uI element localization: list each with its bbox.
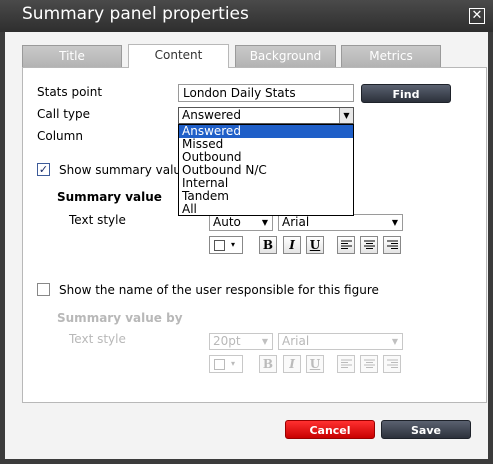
find-button[interactable]: Find — [361, 84, 451, 103]
size-select[interactable]: Auto ▼ — [209, 214, 273, 231]
font-value-2: Arial — [282, 334, 310, 348]
align-center-button-2 — [360, 355, 378, 373]
tab-title[interactable]: Title — [22, 45, 122, 67]
chevron-down-icon: ▼ — [261, 337, 269, 346]
bold-button-2: B — [259, 355, 277, 373]
align-center-icon — [363, 240, 375, 249]
align-center-icon — [363, 359, 375, 368]
size-select-2: 20pt ▼ — [209, 333, 273, 350]
show-summary-label: Show summary valu — [59, 163, 182, 177]
title-bar[interactable]: Summary panel properties ✕ — [0, 0, 493, 32]
align-left-icon — [340, 240, 352, 249]
italic-button-2: I — [283, 355, 301, 373]
size-value: Auto — [213, 215, 241, 229]
font-select[interactable]: Arial ▼ — [278, 214, 403, 231]
dropdown-option[interactable]: Tandem — [179, 190, 353, 203]
caret-down-icon: ▾ — [231, 240, 236, 249]
chevron-down-icon[interactable]: ▼ — [339, 108, 353, 123]
stats-point-input[interactable]: London Daily Stats — [178, 84, 354, 102]
underline-button[interactable]: U — [306, 236, 324, 254]
call-type-label: Call type — [37, 107, 91, 121]
tab-background[interactable]: Background — [235, 45, 336, 67]
text-style-label-2: Text style — [69, 332, 126, 346]
summary-by-heading: Summary value by — [57, 311, 183, 325]
stats-point-label: Stats point — [37, 85, 103, 99]
summary-value-heading: Summary value — [57, 190, 162, 204]
chevron-down-icon: ▼ — [261, 218, 269, 227]
show-user-label: Show the name of the user responsible fo… — [59, 283, 379, 297]
chevron-down-icon: ▼ — [391, 218, 399, 227]
bold-button[interactable]: B — [259, 236, 277, 254]
call-type-dropdown-list[interactable]: Answered Missed Outbound Outbound N/C In… — [178, 124, 354, 216]
tab-content[interactable]: Content — [128, 44, 229, 68]
color-swatch — [214, 240, 225, 251]
caret-down-icon: ▾ — [231, 359, 236, 368]
font-select-2: Arial ▼ — [278, 333, 403, 350]
dialog-body: Title Content Background Metrics Stats p… — [5, 32, 488, 459]
call-type-select[interactable]: Answered ▼ — [178, 107, 354, 124]
align-left-icon — [340, 359, 352, 368]
align-left-button[interactable] — [337, 236, 355, 254]
tab-metrics[interactable]: Metrics — [341, 45, 441, 67]
align-center-button[interactable] — [360, 236, 378, 254]
align-right-icon — [386, 359, 398, 368]
dialog-window: Summary panel properties ✕ Title Content… — [0, 0, 493, 464]
dropdown-option[interactable]: All — [179, 203, 353, 216]
show-summary-checkbox[interactable]: ✓ — [37, 163, 50, 176]
underline-button-2: U — [306, 355, 324, 373]
chevron-down-icon: ▼ — [391, 337, 399, 346]
text-color-picker[interactable]: ▾ — [209, 236, 243, 254]
text-style-label: Text style — [69, 213, 126, 227]
close-icon[interactable]: ✕ — [469, 8, 485, 24]
save-button[interactable]: Save — [381, 420, 471, 439]
font-value: Arial — [282, 215, 310, 229]
cancel-button[interactable]: Cancel — [285, 420, 375, 439]
call-type-value: Answered — [182, 108, 241, 122]
align-right-button-2 — [383, 355, 401, 373]
align-left-button-2 — [337, 355, 355, 373]
text-color-picker-2: ▾ — [209, 355, 243, 373]
window-title: Summary panel properties — [22, 4, 249, 24]
show-user-checkbox[interactable] — [37, 283, 50, 296]
column-label: Column — [37, 129, 83, 143]
align-right-button[interactable] — [383, 236, 401, 254]
italic-button[interactable]: I — [283, 236, 301, 254]
size-value-2: 20pt — [213, 334, 241, 348]
color-swatch — [214, 359, 225, 370]
align-right-icon — [386, 240, 398, 249]
